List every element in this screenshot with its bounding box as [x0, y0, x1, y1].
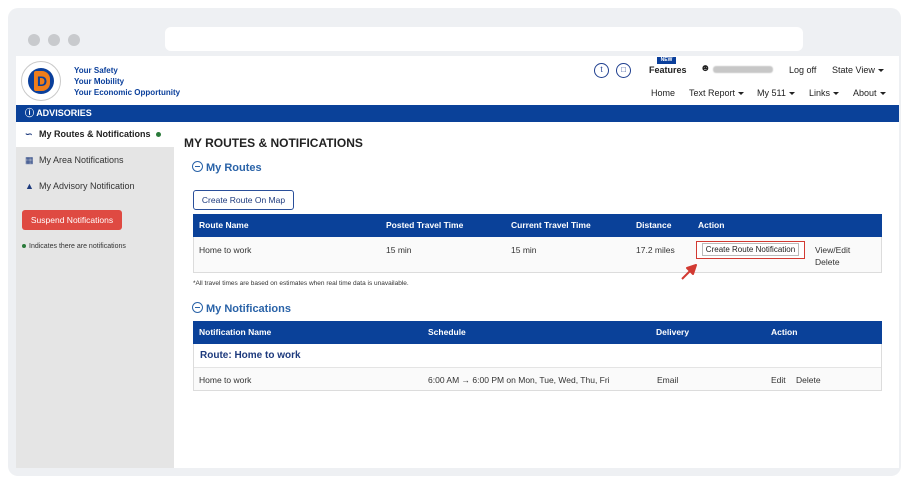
suspend-notifications-button[interactable]: Suspend Notifications: [22, 210, 122, 230]
tagline-mobility: Your Mobility: [74, 77, 124, 86]
collapse-icon: [192, 161, 203, 172]
address-bar[interactable]: [165, 27, 803, 51]
sidebar-item-area-notifications[interactable]: ▦ My Area Notifications: [16, 148, 174, 173]
travel-time-footnote: *All travel times are based on estimates…: [193, 280, 409, 287]
mobile-app-icon[interactable]: □: [616, 63, 631, 78]
nav-links-label: Links: [809, 88, 830, 98]
notification-dot: [156, 132, 161, 137]
edit-link[interactable]: Edit: [771, 375, 786, 385]
delete-link[interactable]: Delete: [796, 375, 821, 385]
current-time-cell: 15 min: [511, 245, 537, 255]
sidebar: ∽ My Routes & Notifications ▦ My Area Noti…: [16, 122, 174, 468]
distance-cell: 17.2 miles: [636, 245, 675, 255]
notification-legend: Indicates there are notifications: [22, 243, 126, 250]
create-route-notification-button[interactable]: Create Route Notification: [696, 241, 805, 259]
route-group-title: Route: Home to work: [200, 350, 301, 361]
nav-about-label: About: [853, 88, 877, 98]
my-notifications-label: My Notifications: [206, 303, 291, 315]
nav-about[interactable]: About: [853, 88, 886, 98]
sidebar-item-my-routes[interactable]: ∽ My Routes & Notifications: [16, 122, 174, 147]
create-route-on-map-button[interactable]: Create Route On Map: [193, 190, 294, 210]
logoff-link[interactable]: Log off: [789, 65, 816, 75]
column-header: Delivery: [656, 321, 689, 344]
nav-links[interactable]: Links: [809, 88, 839, 98]
chevron-down-icon: [880, 92, 886, 95]
nav-text-report[interactable]: Text Report: [689, 88, 744, 98]
page: D Your Safety Your Mobility Your Economi…: [16, 56, 899, 468]
column-header: Current Travel Time: [511, 214, 591, 237]
view-edit-link[interactable]: View/Edit: [815, 245, 850, 255]
posted-time-cell: 15 min: [386, 245, 412, 255]
state-view-menu[interactable]: State View: [832, 65, 884, 75]
delete-link[interactable]: Delete: [815, 257, 840, 267]
delivery-cell: Email: [657, 375, 678, 385]
state-view-label: State View: [832, 65, 875, 75]
collapse-icon: [192, 302, 203, 313]
column-header: Action: [771, 321, 797, 344]
notifications-table-body: Route: Home to work Home to work 6:00 AM…: [193, 344, 882, 391]
legend-text: Indicates there are notifications: [29, 243, 126, 250]
twitter-icon[interactable]: t: [594, 63, 609, 78]
new-badge: NEW: [657, 57, 676, 64]
map-icon: ▦: [25, 148, 35, 173]
nav-my511-label: My 511: [757, 88, 786, 98]
sidebar-item-label: My Area Notifications: [39, 155, 124, 165]
column-header: Posted Travel Time: [386, 214, 463, 237]
sidebar-item-label: My Routes & Notifications: [39, 129, 151, 139]
table-row: Home to work 6:00 AM → 6:00 PM on Mon, T…: [194, 367, 881, 390]
column-header: Schedule: [428, 321, 466, 344]
sidebar-item-label: My Advisory Notification: [39, 181, 135, 191]
my-notifications-heading[interactable]: My Notifications: [192, 302, 291, 315]
features-link[interactable]: Features: [649, 65, 687, 75]
my-routes-heading[interactable]: My Routes: [192, 161, 262, 174]
window-maximize-dot[interactable]: [68, 34, 80, 46]
advisories-bar[interactable]: ⓘ ADVISORIES: [16, 105, 899, 122]
nav-my511[interactable]: My 511: [757, 88, 795, 98]
warning-icon: ▲: [25, 174, 35, 199]
chevron-down-icon: [789, 92, 795, 95]
create-route-notification-label: Create Route Notification: [702, 243, 799, 256]
advisories-label: ADVISORIES: [36, 108, 92, 118]
logo-letter-icon: D: [34, 71, 50, 91]
notifications-table-header: Notification Name Schedule Delivery Acti…: [193, 321, 882, 344]
column-header: Distance: [636, 214, 671, 237]
notification-dot: [22, 244, 26, 248]
route-name-cell: Home to work: [199, 245, 251, 255]
window-minimize-dot[interactable]: [48, 34, 60, 46]
tagline-safety: Your Safety: [74, 66, 118, 75]
chevron-down-icon: [738, 92, 744, 95]
tagline-economic: Your Economic Opportunity: [74, 88, 180, 97]
user-icon: ☻: [700, 63, 711, 74]
schedule-cell: 6:00 AM → 6:00 PM on Mon, Tue, Wed, Thu,…: [428, 375, 610, 385]
sidebar-item-advisory-notification[interactable]: ▲ My Advisory Notification: [16, 174, 174, 199]
chevron-down-icon: [833, 92, 839, 95]
notification-name-cell: Home to work: [199, 375, 251, 385]
column-header: Notification Name: [199, 321, 271, 344]
column-header: Route Name: [199, 214, 249, 237]
nav-text-report-label: Text Report: [689, 88, 735, 98]
user-name[interactable]: [713, 66, 773, 73]
site-logo[interactable]: D: [21, 61, 61, 101]
my-routes-label: My Routes: [206, 162, 262, 174]
nav-home[interactable]: Home: [651, 88, 675, 98]
routes-table-header: Route Name Posted Travel Time Current Tr…: [193, 214, 882, 237]
chevron-down-icon: [878, 69, 884, 72]
column-header: Action: [698, 214, 724, 237]
pointer-arrow-icon: [679, 262, 699, 282]
window-close-dot[interactable]: [28, 34, 40, 46]
info-icon: ⓘ: [25, 108, 34, 118]
page-title: MY ROUTES & NOTIFICATIONS: [184, 136, 363, 150]
table-row: Home to work 15 min 15 min 17.2 miles Cr…: [193, 237, 882, 273]
route-icon: ∽: [25, 122, 35, 147]
